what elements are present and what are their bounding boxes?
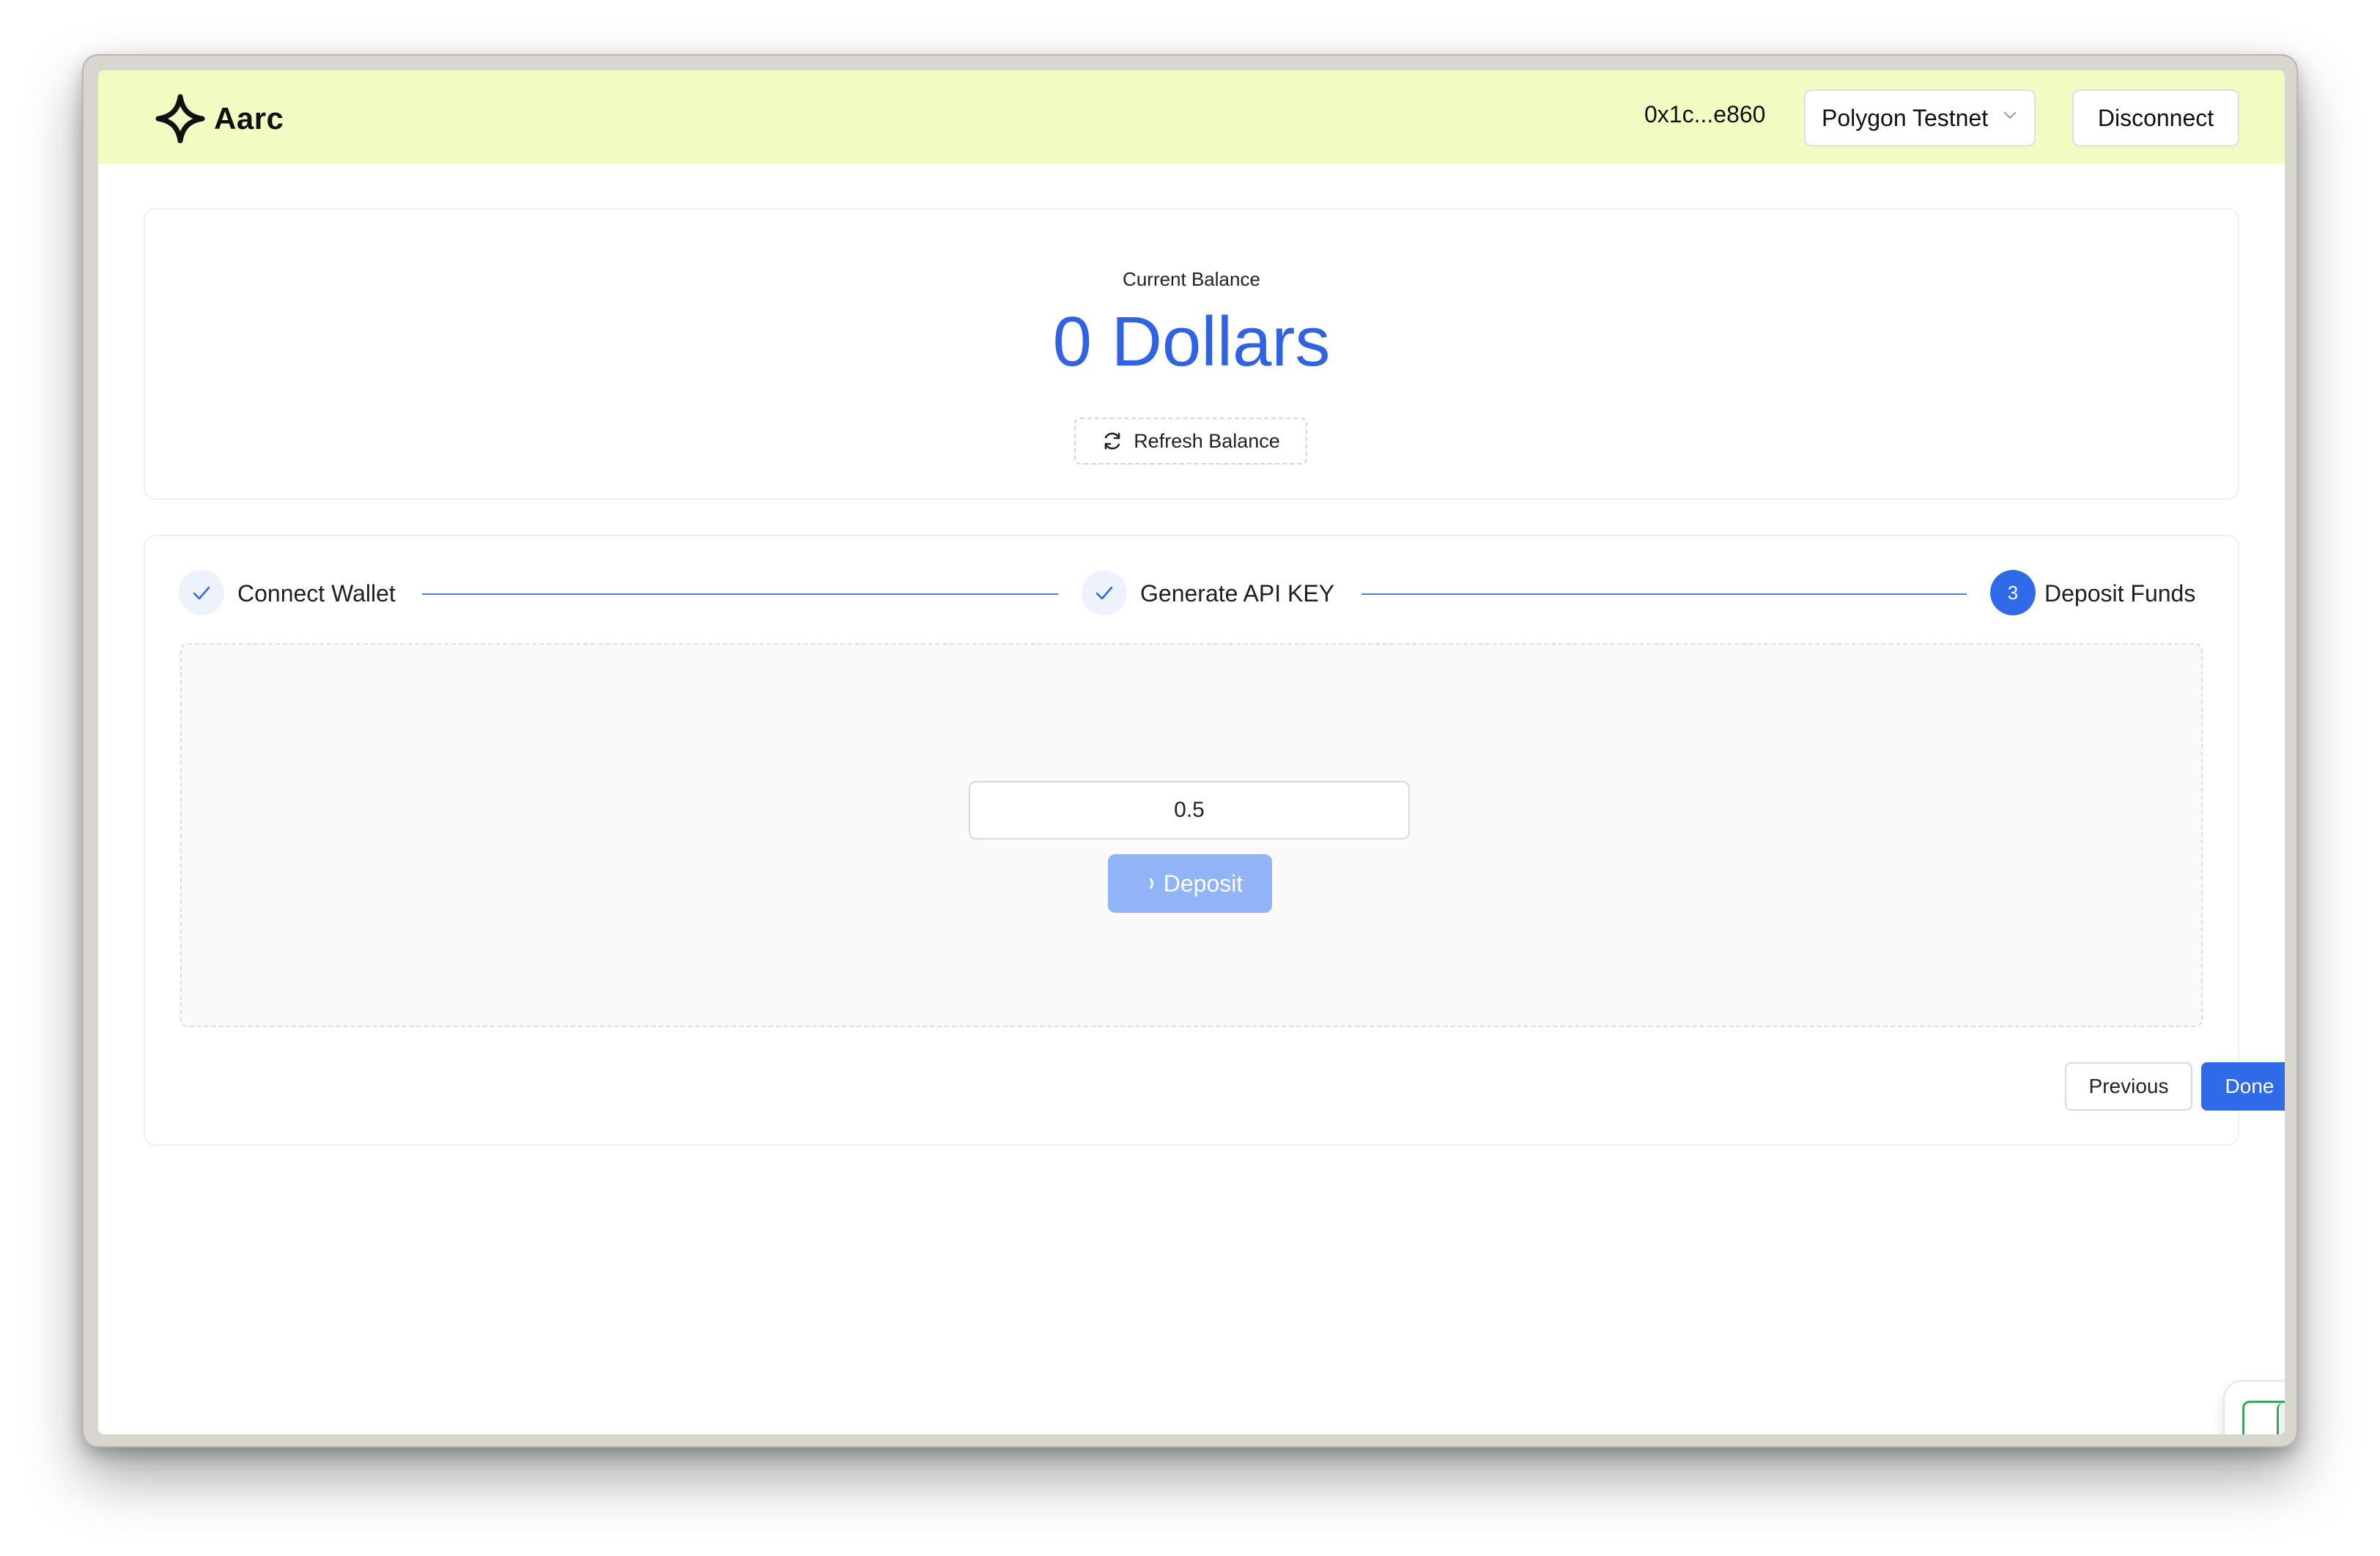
brand-logo[interactable]: Aarc: [155, 94, 284, 144]
steps-card: Connect Wallet Generate API KEY 3 Deposi…: [144, 535, 2285, 1146]
browser-window: Aarc 0x1c...e860 Polygon Testnet Disconn…: [82, 54, 2298, 1448]
refresh-balance-label: Refresh Balance: [1134, 429, 1280, 452]
deposit-amount-input[interactable]: [969, 781, 1410, 840]
wallet-status-widget[interactable]: [2223, 1380, 2285, 1434]
wallet-toggle[interactable]: [2242, 1401, 2285, 1434]
balance-label: Current Balance: [1123, 268, 1260, 290]
step-connector: [1361, 593, 1967, 595]
brand-name: Aarc: [214, 101, 284, 136]
deposit-button-label: Deposit: [1163, 870, 1243, 897]
wallet-address: 0x1c...e860: [1644, 101, 1766, 127]
aarc-star-logo-icon: [155, 94, 205, 144]
step-connect-wallet-label: Connect Wallet: [237, 580, 396, 607]
previous-button[interactable]: Previous: [2065, 1062, 2192, 1111]
step-deposit-funds-label: Deposit Funds: [2044, 580, 2196, 607]
loading-spinner-icon: [1137, 875, 1153, 892]
step-generate-api-key-status: [1082, 570, 1127, 615]
balance-value: 0 Dollars: [1052, 303, 1331, 381]
app-viewport: Aarc 0x1c...e860 Polygon Testnet Disconn…: [98, 70, 2285, 1434]
deposit-panel: Deposit: [180, 643, 2203, 1027]
wallet-knob: [2277, 1403, 2285, 1434]
top-navbar: Aarc 0x1c...e860 Polygon Testnet Disconn…: [98, 70, 2285, 164]
step-connect-wallet-status: [179, 570, 224, 615]
refresh-balance-button[interactable]: Refresh Balance: [1074, 418, 1307, 464]
network-select-value: Polygon Testnet: [1822, 104, 1989, 131]
disconnect-button[interactable]: Disconnect: [2072, 89, 2239, 147]
check-icon: [1095, 586, 1113, 600]
done-button[interactable]: Done: [2201, 1062, 2285, 1111]
deposit-button[interactable]: Deposit: [1108, 854, 1272, 913]
refresh-icon: [1104, 432, 1120, 450]
balance-card: Current Balance 0 Dollars Refresh Balanc…: [144, 208, 2239, 500]
step-connector: [422, 593, 1058, 595]
check-icon: [193, 586, 210, 600]
step-deposit-funds-number: 3: [1990, 570, 2036, 615]
chevron-down-icon: [2003, 111, 2017, 119]
network-select[interactable]: Polygon Testnet: [1804, 89, 2036, 147]
step-generate-api-key-label: Generate API KEY: [1140, 580, 1335, 607]
